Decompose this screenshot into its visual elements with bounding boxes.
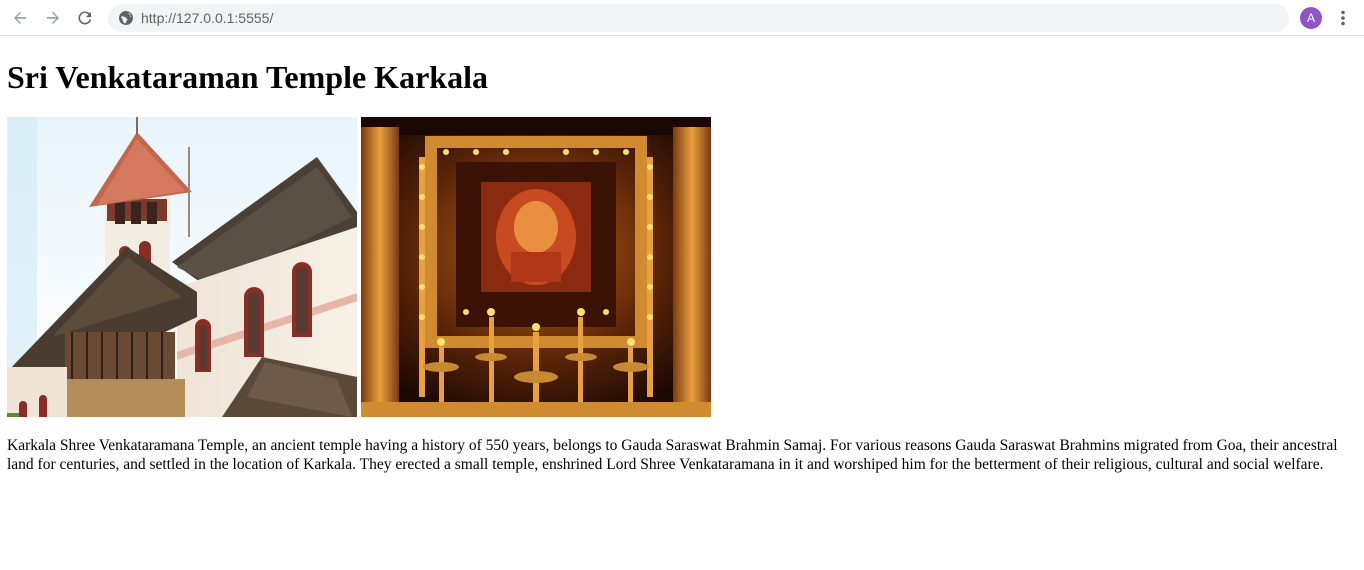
arrow-left-icon — [14, 11, 26, 24]
more-vert-icon — [1341, 10, 1345, 26]
page-content: Sri Venkataraman Temple Karkala Karkala … — [0, 58, 1364, 474]
url-text[interactable]: http://127.0.0.1:5555/ — [141, 4, 273, 32]
profile-avatar[interactable]: A — [1300, 7, 1322, 29]
address-bar[interactable]: http://127.0.0.1:5555/ — [108, 4, 1289, 32]
arrow-right-icon — [47, 11, 59, 24]
menu-button[interactable] — [1333, 6, 1353, 30]
globe-icon — [119, 11, 133, 25]
temple-deity-shrine-photo — [361, 117, 711, 417]
reload-button[interactable] — [73, 6, 97, 30]
browser-toolbar: http://127.0.0.1:5555/ A — [0, 0, 1364, 36]
temple-description: Karkala Shree Venkataramana Temple, an a… — [7, 437, 1338, 473]
forward-button[interactable] — [41, 6, 65, 30]
temple-exterior-photo — [7, 117, 357, 417]
page-title: Sri Venkataraman Temple Karkala — [7, 59, 488, 95]
image-row — [7, 117, 1357, 417]
reload-icon — [78, 11, 92, 25]
back-button[interactable] — [8, 6, 32, 30]
